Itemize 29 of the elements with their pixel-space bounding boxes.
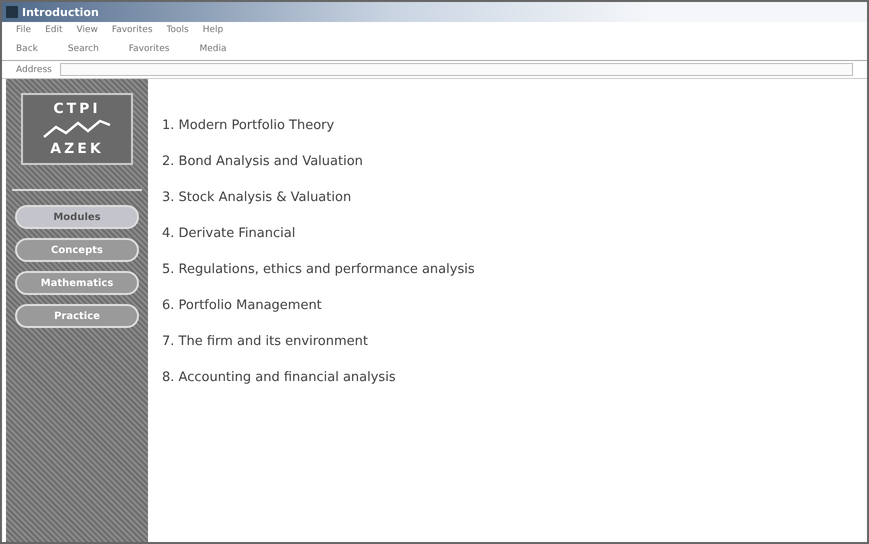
topic-link[interactable]: 6. Portfolio Management: [162, 297, 475, 314]
menu-item[interactable]: Edit: [45, 25, 62, 39]
topic-link[interactable]: 3. Stock Analysis & Valuation: [162, 189, 475, 206]
chart-line-icon: [42, 117, 112, 141]
topic-link[interactable]: 8. Accounting and financial analysis: [162, 369, 475, 386]
topic-link[interactable]: 5. Regulations, ethics and performance analysis: [162, 261, 475, 278]
logo-text: CTPI: [53, 101, 101, 117]
menu-item[interactable]: View: [76, 25, 98, 39]
nav-button[interactable]: Mathematics: [15, 271, 139, 295]
toolbar-button[interactable]: Media: [199, 44, 226, 58]
browser-icon: [6, 6, 18, 18]
logo-text: AZEK: [50, 141, 104, 157]
menu-item[interactable]: Favorites: [112, 25, 153, 39]
toolbar-button[interactable]: Back: [16, 44, 38, 58]
address-label: Address: [16, 64, 52, 74]
menu-item[interactable]: File: [16, 25, 32, 39]
address-field[interactable]: [60, 63, 853, 76]
topic-link[interactable]: 2. Bond Analysis and Valuation: [162, 153, 475, 170]
nav-button[interactable]: Practice: [15, 304, 139, 328]
nav-button[interactable]: Concepts: [15, 238, 139, 262]
topic-link[interactable]: 7. The firm and its environment: [162, 333, 475, 350]
nav-button[interactable]: Modules: [15, 205, 139, 229]
toolbar-button[interactable]: Favorites: [128, 44, 170, 58]
window-title: Introduction: [22, 6, 99, 18]
menu-item[interactable]: Tools: [166, 25, 189, 39]
menu-item[interactable]: Help: [202, 25, 224, 39]
topic-link[interactable]: 4. Derivate Financial: [162, 225, 475, 242]
toolbar-button[interactable]: Search: [68, 44, 99, 58]
topic-link[interactable]: 1. Modern Portfolio Theory: [162, 117, 475, 134]
